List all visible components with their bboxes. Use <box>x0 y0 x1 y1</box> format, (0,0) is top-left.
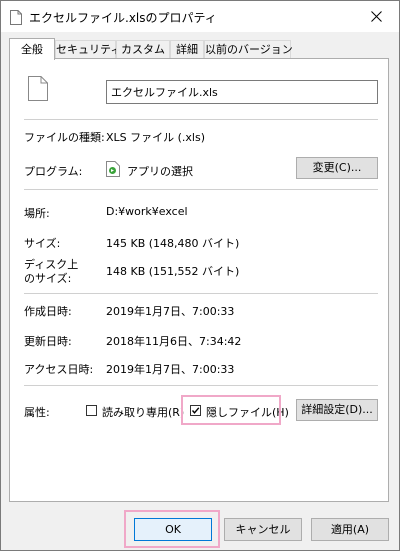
attributes-label: 属性: <box>24 406 50 419</box>
readonly-checkbox-label[interactable]: 読み取り専用(R) <box>102 404 184 420</box>
tab-custom[interactable]: カスタム <box>116 40 170 58</box>
tab-general[interactable]: 全般 <box>9 38 55 60</box>
file-type-value: XLS ファイル (.xls) <box>106 131 206 144</box>
modified-value: 2018年11月6日、7:34:42 <box>106 335 242 348</box>
hidden-checkbox-label[interactable]: 隠しファイル(H) <box>206 404 289 420</box>
general-panel: ファイルの種類: XLS ファイル (.xls) プログラム: アプリの選択 変… <box>9 58 389 502</box>
program-label: プログラム: <box>24 165 83 178</box>
size-value: 145 KB (148,480 バイト) <box>106 237 240 250</box>
created-value: 2019年1月7日、7:00:33 <box>106 305 235 318</box>
created-label: 作成日時: <box>24 305 72 318</box>
separator <box>24 119 378 120</box>
disk-size-label-line2: のサイズ: <box>24 272 72 285</box>
separator <box>24 385 378 386</box>
file-type-label: ファイルの種類: <box>24 131 105 144</box>
tab-details[interactable]: 詳細 <box>170 40 204 58</box>
disk-size-value: 148 KB (151,552 バイト) <box>106 265 240 278</box>
advanced-attributes-button[interactable]: 詳細設定(D)... <box>296 399 378 421</box>
window-title: エクセルファイル.xlsのプロパティ <box>29 11 217 25</box>
separator <box>24 293 378 294</box>
title-bar: エクセルファイル.xlsのプロパティ <box>1 1 399 32</box>
program-icon <box>106 161 120 180</box>
hidden-checkbox-box[interactable] <box>190 405 201 416</box>
location-label: 場所: <box>24 207 50 220</box>
close-button[interactable] <box>353 1 399 32</box>
file-icon <box>28 76 48 104</box>
ok-button[interactable]: OK <box>134 518 212 541</box>
accessed-value: 2019年1月7日、7:00:33 <box>106 363 235 376</box>
size-label: サイズ: <box>24 237 61 250</box>
tab-security[interactable]: セキュリティ <box>55 40 121 58</box>
separator <box>24 189 378 190</box>
location-value: D:¥work¥excel <box>106 205 188 218</box>
readonly-checkbox-box[interactable] <box>86 405 97 416</box>
modified-label: 更新日時: <box>24 335 72 348</box>
document-icon <box>10 10 22 28</box>
apply-button[interactable]: 適用(A) <box>311 518 389 541</box>
accessed-label: アクセス日時: <box>24 363 94 376</box>
cancel-button[interactable]: キャンセル <box>224 518 302 541</box>
file-name-input[interactable] <box>106 80 378 104</box>
program-value: アプリの選択 <box>127 165 193 178</box>
change-program-button[interactable]: 変更(C)... <box>296 157 378 179</box>
tab-previous-versions[interactable]: 以前のバージョン <box>204 40 293 58</box>
checkmark-icon <box>191 407 200 414</box>
close-icon <box>370 11 382 22</box>
properties-dialog: エクセルファイル.xlsのプロパティ 全般 セキュリティ カスタム 詳細 以前の… <box>0 0 400 551</box>
